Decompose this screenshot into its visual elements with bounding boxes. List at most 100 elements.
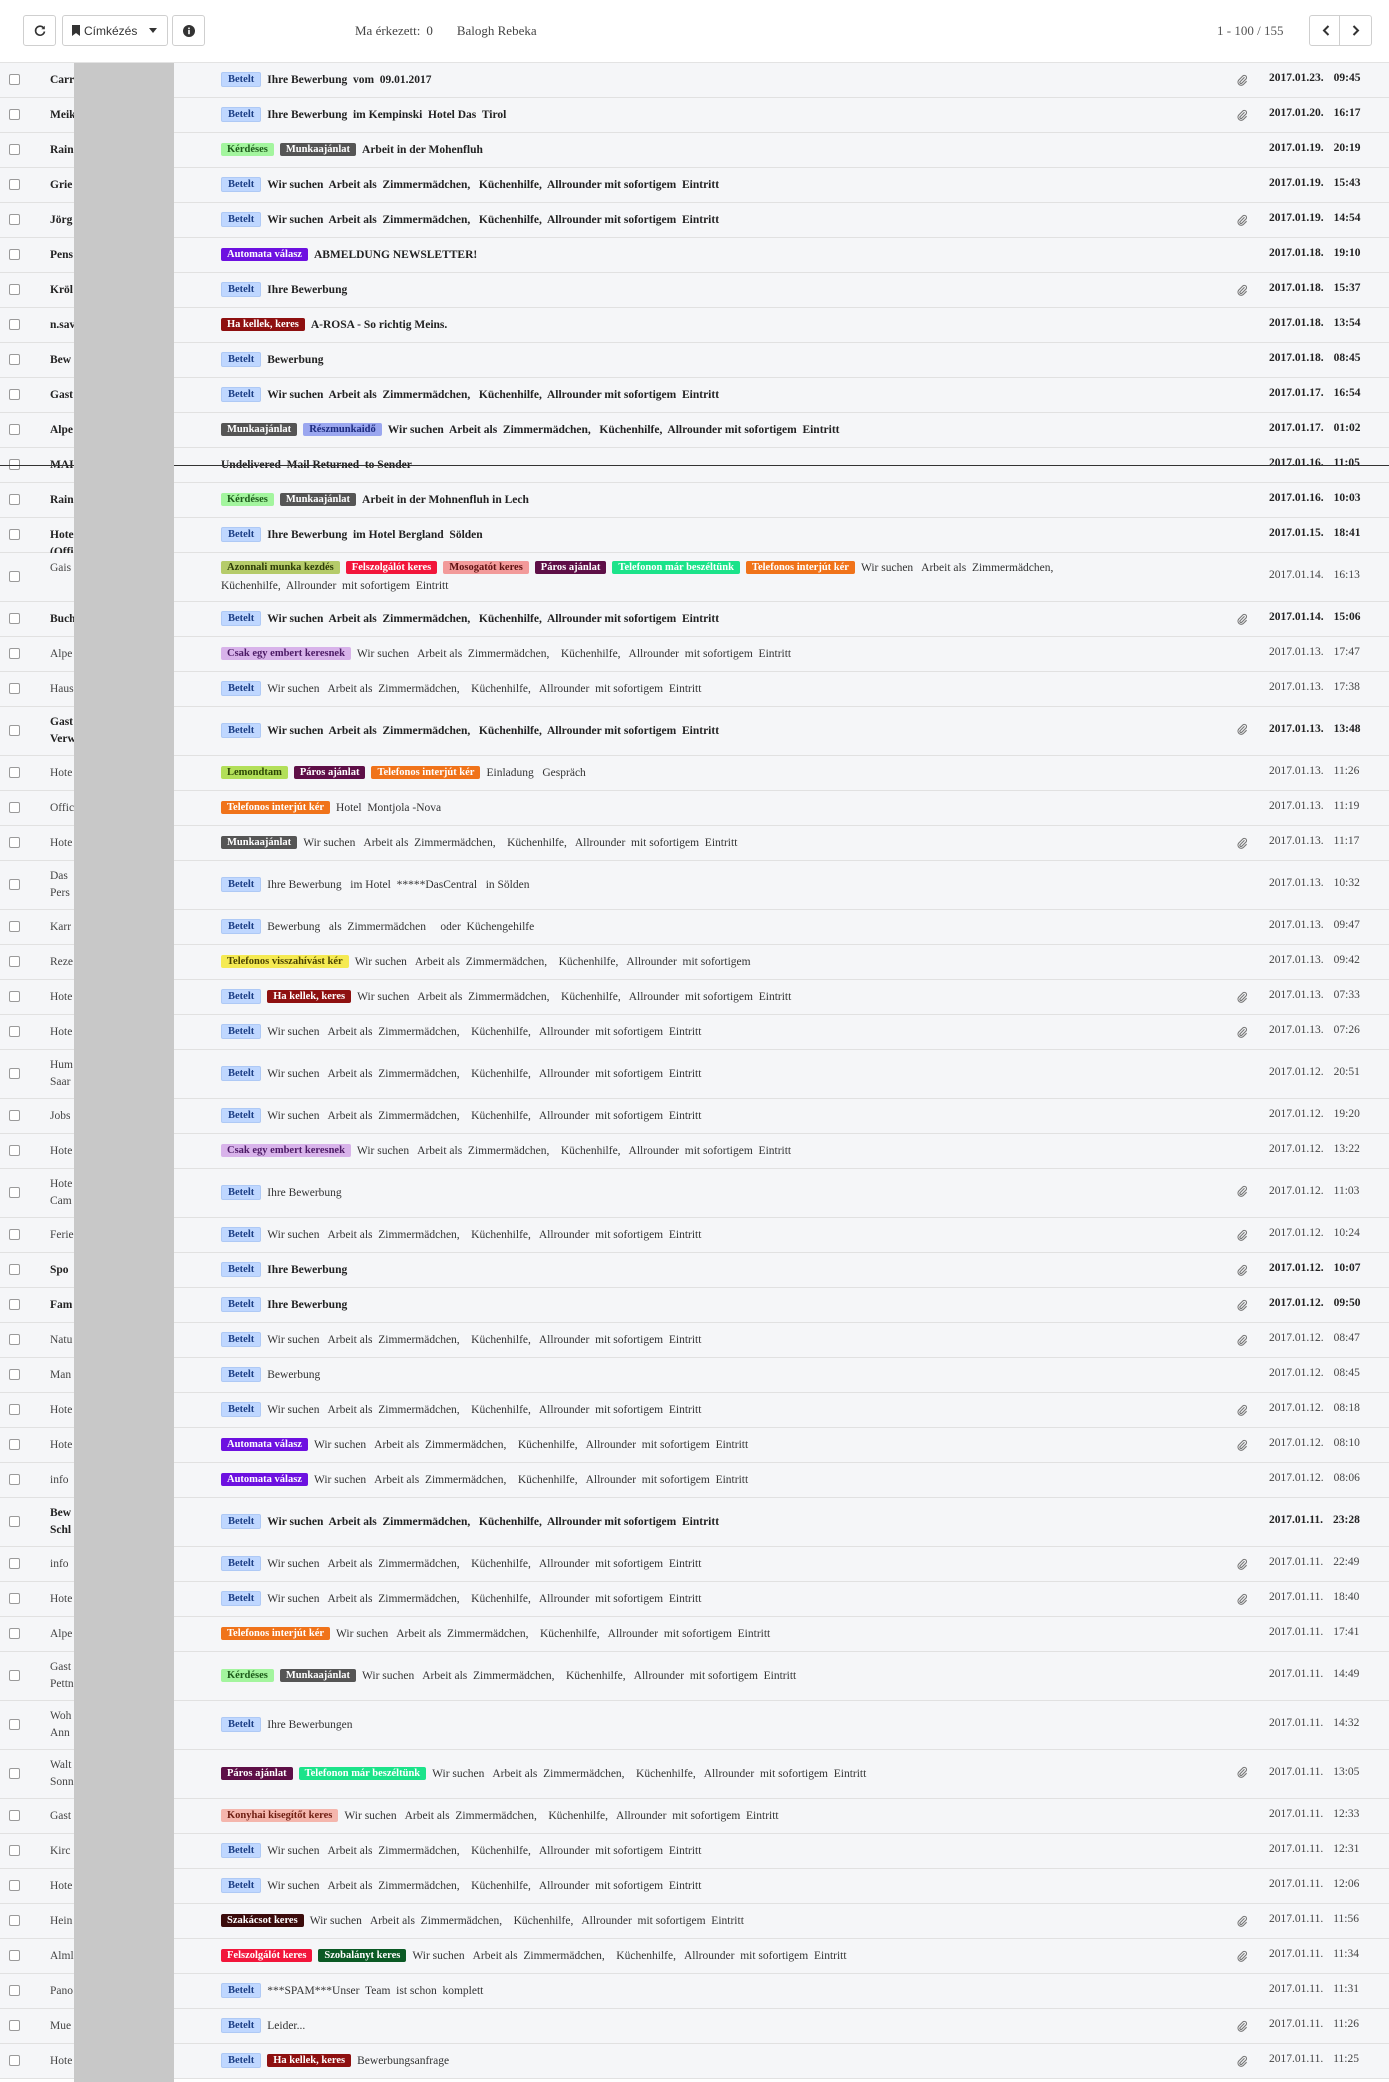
email-subject[interactable]: Páros ajánlat Telefonon már beszéltünk Wir… (221, 1765, 1171, 1783)
row-checkbox[interactable] (9, 179, 20, 190)
email-subject[interactable]: Betelt Wir suchen Arbeit als Zimmermädche… (221, 1226, 1171, 1244)
email-subject[interactable]: Betelt Wir suchen Arbeit als Zimmermädche… (221, 680, 1171, 698)
email-subject[interactable]: Betelt Bewerbung (221, 1366, 1171, 1384)
email-row[interactable]: Hote Betelt Wir suchen Arbeit als Zimmermä… (0, 1015, 1389, 1050)
row-checkbox[interactable] (9, 1950, 20, 1961)
email-row[interactable]: Man Betelt Bewerbung 2017.01.12. 08:45 (0, 1358, 1389, 1393)
email-row[interactable]: Hote rtalAutomata válaszWir suchen Arbei… (0, 1428, 1389, 1463)
email-row[interactable]: Bew Schl oyalBeteltWir suchen Arbeit als… (0, 1498, 1389, 1547)
email-subject[interactable]: Automata válasz ABMELDUNG NEWSLETTER! (221, 246, 1171, 264)
email-row[interactable]: Hote Betelt Ha kellek, keres Wir suchen Arb… (0, 980, 1389, 1015)
email-subject[interactable]: Kérdéses Munkaajánlat Wir suchen Arbeit al… (221, 1667, 1171, 1685)
email-row[interactable]: Natu Betelt Wir suchen Arbeit als Zimmermä… (0, 1323, 1389, 1358)
row-checkbox[interactable] (9, 1558, 20, 1569)
row-checkbox[interactable] (9, 109, 20, 120)
email-row[interactable]: Hum Saar Betelt Wir suchen Arbeit als Zimm… (0, 1050, 1389, 1099)
row-checkbox[interactable] (9, 1880, 20, 1891)
email-subject[interactable]: Betelt Wir suchen Arbeit als Zimmermädche… (221, 176, 1171, 194)
email-subject[interactable]: Betelt Wir suchen Arbeit als Zimmermädche… (221, 1513, 1171, 1531)
email-subject[interactable]: Konyhai kisegítőt keres Wir suchen Arbeit… (221, 1807, 1171, 1825)
email-row[interactable]: MAI Undelivered Mail Returned to Sender 20… (0, 448, 1389, 483)
email-subject[interactable]: Automata válasz Wir suchen Arbeit als Zim… (221, 1436, 1171, 1454)
email-subject[interactable]: Betelt Leider... (221, 2017, 1171, 2035)
row-checkbox[interactable] (9, 1810, 20, 1821)
email-subject[interactable]: Munkaajánlat Wir suchen Arbeit als Zimmer… (221, 834, 1171, 852)
email-subject[interactable]: Csak egy embert keresnek Wir suchen Arbei… (221, 645, 1171, 663)
email-subject[interactable]: Betelt Wir suchen Arbeit als Zimmermädche… (221, 211, 1171, 229)
row-checkbox[interactable] (9, 1845, 20, 1856)
email-row[interactable]: Gast Verw Betelt Wir suchen Arbeit als Zim… (0, 707, 1389, 756)
email-row[interactable]: Kirc Betelt Wir suchen Arbeit als Zimmermä… (0, 1834, 1389, 1869)
refresh-button[interactable] (23, 15, 56, 46)
email-row[interactable]: Jörg Betelt Wir suchen Arbeit als Zimmermä… (0, 203, 1389, 238)
row-checkbox[interactable] (9, 1264, 20, 1275)
email-row[interactable]: Hote Betelt Ha kellek, keres Bewerbungsanfr… (0, 2044, 1389, 2079)
email-row[interactable]: Spo Betelt Ihre Bewerbung 2017.01.12. 10:07 (0, 1253, 1389, 1288)
email-subject[interactable]: Csak egy embert keresnek Wir suchen Arbei… (221, 1142, 1171, 1160)
email-subject[interactable]: Telefonos interjút kér Wir suchen Arbeit … (221, 1625, 1171, 1643)
row-checkbox[interactable] (9, 354, 20, 365)
email-row[interactable]: Reze Telefonos visszahívást kér Wir suchen… (0, 945, 1389, 980)
row-checkbox[interactable] (9, 1915, 20, 1926)
row-checkbox[interactable] (9, 1404, 20, 1415)
email-row[interactable]: Carr Betelt Ihre Bewerbung vom 09.01.2017 2… (0, 63, 1389, 98)
email-row[interactable]: Hein Szakácsot keres Wir suchen Arbeit als… (0, 1904, 1389, 1939)
email-row[interactable]: Hote Betelt Wir suchen Arbeit als Zimmermä… (0, 1582, 1389, 1617)
row-checkbox[interactable] (9, 837, 20, 848)
email-subject[interactable]: Betelt Wir suchen Arbeit als Zimmermädche… (221, 1590, 1171, 1608)
row-checkbox[interactable] (9, 1670, 20, 1681)
email-subject[interactable]: Betelt Wir suchen Arbeit als Zimmermädche… (221, 1107, 1171, 1125)
email-subject[interactable]: Automata válasz Wir suchen Arbeit als Zim… (221, 1471, 1171, 1489)
row-checkbox[interactable] (9, 1516, 20, 1527)
email-row[interactable]: Hote a (OffiBeteltIhre Bewerbung im Hote… (0, 518, 1389, 558)
row-checkbox[interactable] (9, 1110, 20, 1121)
email-subject[interactable]: Azonnali munka kezdés Felszolgálót keres M… (221, 559, 1171, 595)
email-row[interactable]: Gais Azonnali munka kezdés Felszolgálót ke… (0, 553, 1389, 602)
row-checkbox[interactable] (9, 2020, 20, 2031)
prev-page-button[interactable] (1309, 15, 1342, 46)
row-checkbox[interactable] (9, 1369, 20, 1380)
row-checkbox[interactable] (9, 494, 20, 505)
email-row[interactable]: Hote Csak egy embert keresnek Wir suchen A… (0, 1134, 1389, 1169)
email-subject[interactable]: Betelt Ihre Bewerbungen (221, 1716, 1171, 1734)
row-checkbox[interactable] (9, 991, 20, 1002)
email-row[interactable]: Alpe Telefonos interjút kér Wir suchen Arb… (0, 1617, 1389, 1652)
email-subject[interactable]: Betelt Bewerbung als Zimmermädchen oder K… (221, 918, 1171, 936)
row-checkbox[interactable] (9, 1229, 20, 1240)
email-subject[interactable]: Betelt Wir suchen Arbeit als Zimmermädche… (221, 1555, 1171, 1573)
row-checkbox[interactable] (9, 683, 20, 694)
row-checkbox[interactable] (9, 284, 20, 295)
row-checkbox[interactable] (9, 1985, 20, 1996)
email-subject[interactable]: Telefonos interjút kér Hotel Montjola -No… (221, 799, 1171, 817)
row-checkbox[interactable] (9, 319, 20, 330)
email-subject[interactable]: Betelt Ihre Bewerbung im Hotel *****DasCe… (221, 876, 1171, 894)
email-subject[interactable]: Betelt Wir suchen Arbeit als Zimmermädche… (221, 1331, 1171, 1349)
email-row[interactable]: Alpe Csak egy embert keresnek Wir suchen A… (0, 637, 1389, 672)
email-row[interactable]: Offic Telefonos interjút kér Hotel Montjol… (0, 791, 1389, 826)
email-subject[interactable]: Betelt Ihre Bewerbung (221, 281, 1171, 299)
email-subject[interactable]: Betelt Wir suchen Arbeit als Zimmermädche… (221, 1842, 1171, 1860)
email-subject[interactable]: Betelt Ihre Bewerbung (221, 1296, 1171, 1314)
email-subject[interactable]: Betelt Ihre Bewerbung im Hotel Bergland S… (221, 526, 1171, 544)
label-dropdown-button[interactable]: Címkézés (62, 15, 168, 46)
row-checkbox[interactable] (9, 459, 20, 470)
email-row[interactable]: Ferie Betelt Wir suchen Arbeit als Zimmerm… (0, 1218, 1389, 1253)
row-checkbox[interactable] (9, 214, 20, 225)
row-checkbox[interactable] (9, 1145, 20, 1156)
info-button[interactable] (172, 15, 205, 46)
row-checkbox[interactable] (9, 725, 20, 736)
email-row[interactable]: Rain Kérdéses Munkaajánlat Arbeit in der Mo… (0, 133, 1389, 168)
email-row[interactable]: Haus Betelt Wir suchen Arbeit als Zimmermä… (0, 672, 1389, 707)
email-subject[interactable]: Betelt Wir suchen Arbeit als Zimmermädche… (221, 1877, 1171, 1895)
row-checkbox[interactable] (9, 921, 20, 932)
email-row[interactable]: Das Pers Betelt Ihre Bewerbung im Hotel **… (0, 861, 1389, 910)
row-checkbox[interactable] (9, 1334, 20, 1345)
email-row[interactable]: Rain Kérdéses Munkaajánlat Arbeit in der Mo… (0, 483, 1389, 518)
email-subject[interactable]: Betelt Bewerbung (221, 351, 1171, 369)
email-row[interactable]: Hote Vino CamBeteltIhre Bewerbung2017.01… (0, 1169, 1389, 1218)
email-subject[interactable]: Betelt Ihre Bewerbung (221, 1261, 1171, 1279)
email-subject[interactable]: Betelt Wir suchen Arbeit als Zimmermädche… (221, 1401, 1171, 1419)
row-checkbox[interactable] (9, 1299, 20, 1310)
row-checkbox[interactable] (9, 802, 20, 813)
email-row[interactable]: n.sav Ha kellek, keres A-ROSA - So richtig… (0, 308, 1389, 343)
